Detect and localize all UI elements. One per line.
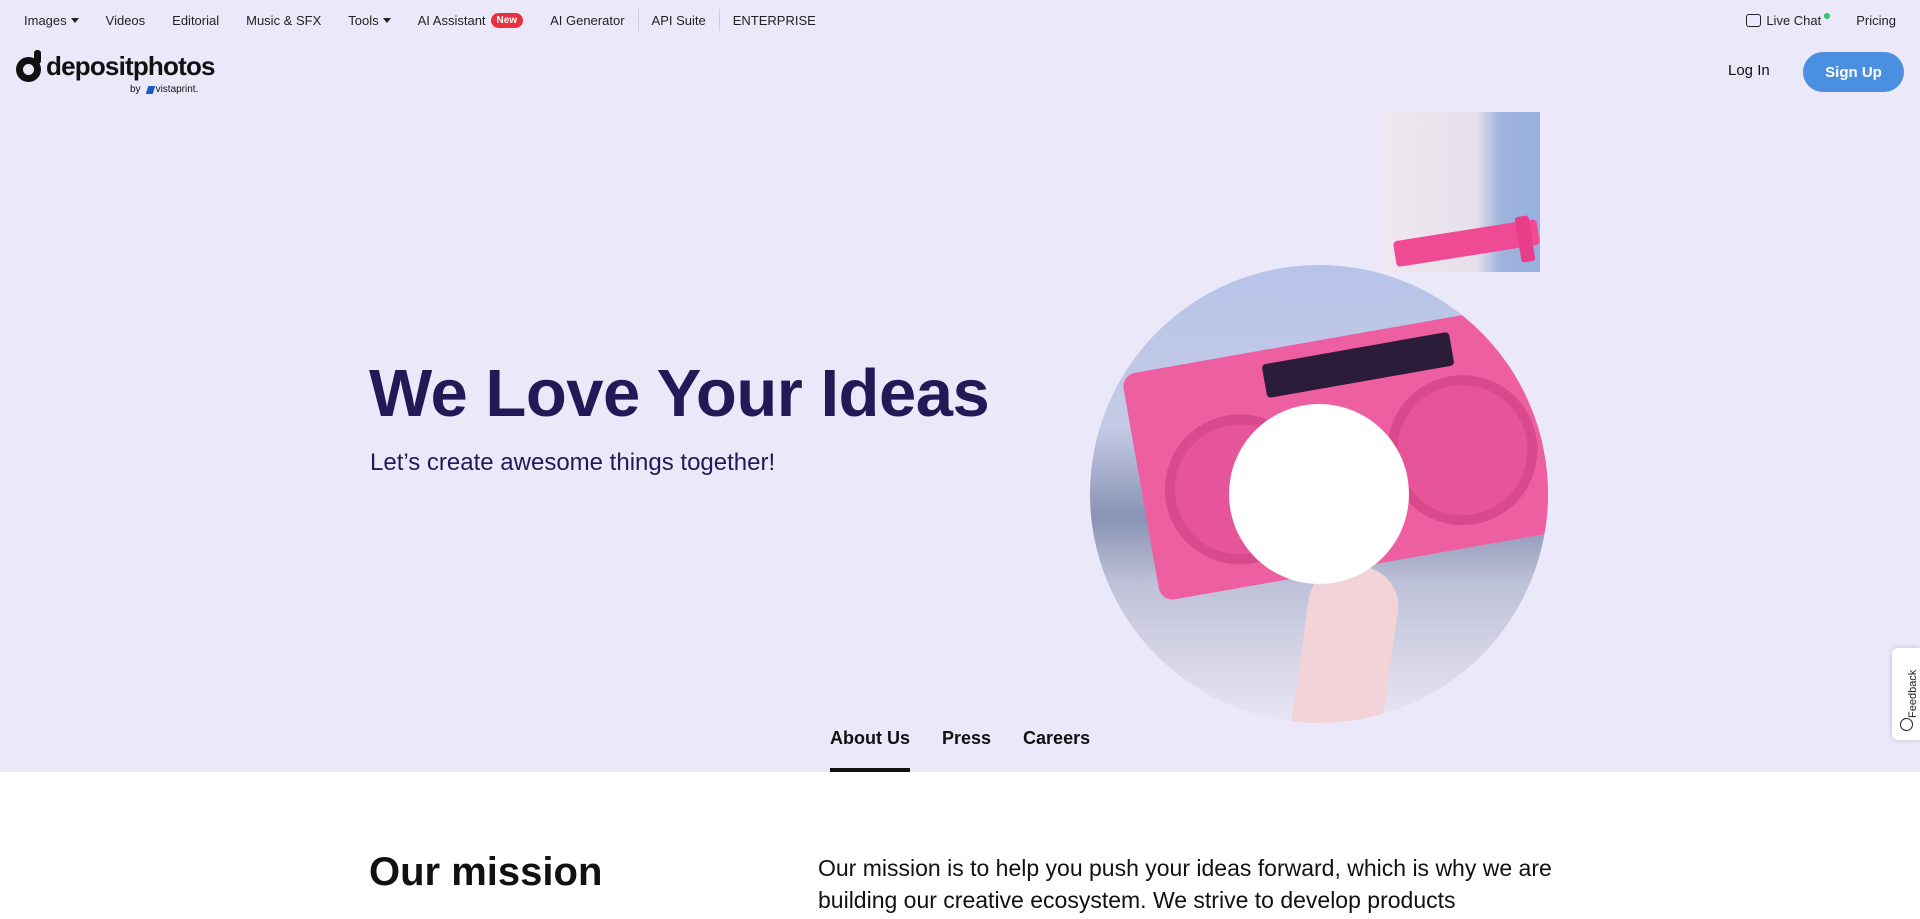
nav-item-tools[interactable]: Tools [348, 13, 391, 28]
nav-item-music-sfx[interactable]: Music & SFX [246, 13, 321, 28]
nav-divider [637, 9, 639, 31]
live-chat-link[interactable]: Live Chat [1746, 13, 1831, 28]
nav-item-videos[interactable]: Videos [106, 13, 146, 28]
logo-byline: by vistaprint. [130, 84, 199, 95]
mission-title: Our mission [369, 850, 603, 894]
nav-item-enterprise[interactable]: ENTERPRISE [733, 13, 816, 28]
hero-photo-square [1380, 112, 1540, 272]
vistaprint-icon [145, 85, 155, 94]
hero-illustration [1090, 110, 1550, 730]
new-badge: New [490, 12, 524, 28]
top-navigation: Images Videos Editorial Music & SFX Tool… [0, 0, 1920, 40]
login-link[interactable]: Log In [1728, 62, 1770, 79]
tab-press[interactable]: Press [942, 728, 991, 772]
feedback-button[interactable]: Feedback [1892, 648, 1920, 740]
nav-item-api-suite[interactable]: API Suite [652, 13, 706, 28]
chevron-down-icon [382, 18, 391, 23]
tab-about-us[interactable]: About Us [830, 728, 910, 772]
signup-button[interactable]: Sign Up [1803, 52, 1904, 92]
circle-cutout [1229, 404, 1409, 584]
pricing-link[interactable]: Pricing [1856, 13, 1896, 28]
about-tabs: About Us Press Careers [830, 728, 1122, 772]
logo-mark-icon [16, 50, 41, 82]
depositphotos-logo[interactable]: depositphotos by vistaprint. [16, 50, 216, 95]
chevron-down-icon [70, 18, 79, 23]
tab-careers[interactable]: Careers [1023, 728, 1090, 772]
nav-divider [718, 9, 720, 31]
nav-item-ai-generator[interactable]: AI Generator [550, 13, 624, 28]
logo-wordmark: depositphotos [46, 51, 216, 81]
feedback-icon [1900, 718, 1913, 731]
hero-subtitle: Let’s create awesome things together! [370, 449, 776, 476]
feedback-label: Feedback [1907, 669, 1919, 718]
nav-item-images[interactable]: Images [24, 13, 79, 28]
chat-bubble-icon [1746, 13, 1762, 27]
hero-title: We Love Your Ideas [369, 356, 990, 431]
nav-item-editorial[interactable]: Editorial [172, 13, 219, 28]
top-nav-left: Images Videos Editorial Music & SFX Tool… [24, 0, 843, 40]
mission-text: Our mission is to help you push your ide… [818, 855, 1552, 913]
logo-row: depositphotos [16, 50, 216, 82]
online-status-dot [1824, 13, 1831, 19]
hero-photo-circle [1090, 265, 1548, 723]
top-nav-right: Live Chat Pricing [1746, 0, 1896, 40]
nav-item-ai-assistant[interactable]: AI Assistant New [418, 12, 524, 28]
